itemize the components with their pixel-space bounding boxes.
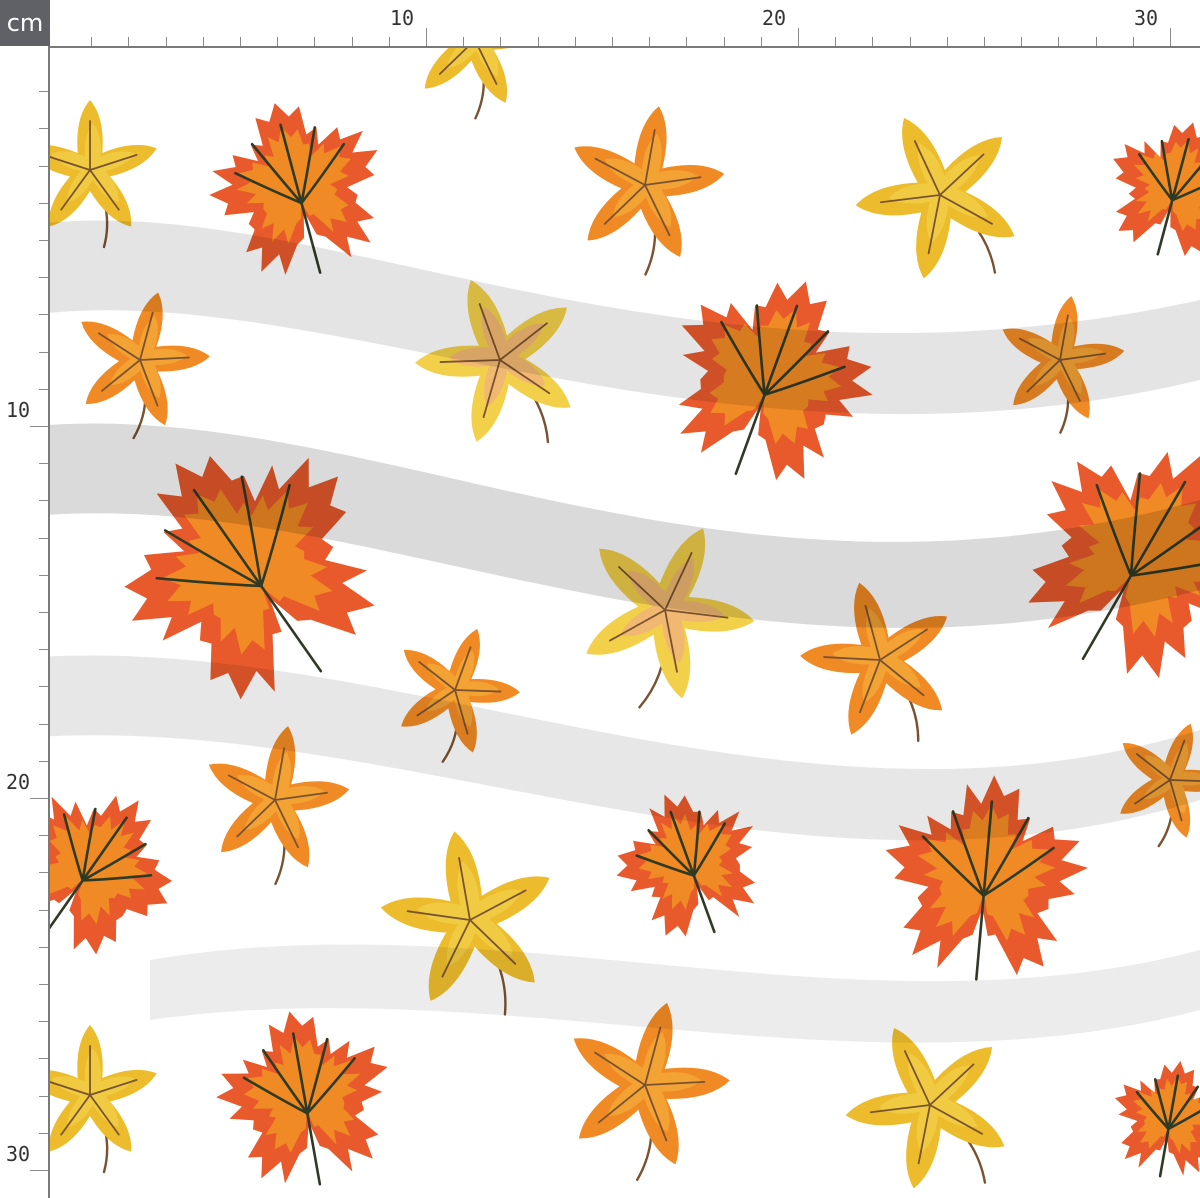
left-ruler-tick [39, 91, 48, 93]
left-ruler-tick [39, 946, 48, 948]
top-ruler-tick [984, 37, 985, 46]
left-ruler-tick [39, 1058, 48, 1060]
top-ruler-label-20: 20 [762, 6, 787, 30]
top-ruler-tick [91, 37, 93, 46]
left-ruler-tick [39, 500, 48, 502]
left-ruler-label-10: 10 [6, 398, 31, 422]
left-ruler-tick [39, 574, 48, 576]
autumn-leaf-fabric-pattern [0, 0, 1200, 1198]
top-ruler-tick [165, 37, 167, 46]
left-ruler-tick [39, 463, 48, 465]
top-ruler-major-tick [426, 28, 427, 46]
left-ruler-tick [39, 314, 48, 316]
top-ruler-tick [649, 37, 651, 46]
fabric-preview: 10 20 30 10 20 30 cm [0, 0, 1200, 1198]
left-ruler-tick [39, 351, 48, 353]
top-ruler-tick [351, 37, 353, 46]
left-ruler-tick [39, 1095, 48, 1097]
left-ruler-tick [39, 909, 48, 911]
top-ruler-tick [240, 37, 241, 46]
left-ruler-tick [39, 240, 48, 241]
top-ruler-tick [872, 37, 874, 46]
left-ruler-tick [39, 872, 48, 874]
unit-badge: cm [0, 0, 50, 46]
left-ruler-tick [39, 202, 48, 204]
top-ruler-tick [500, 37, 502, 46]
top-ruler-tick [277, 37, 279, 46]
left-ruler-tick [39, 537, 48, 539]
left-ruler-tick [39, 388, 48, 390]
left-ruler-major-tick [30, 798, 48, 799]
top-ruler-tick [760, 37, 762, 46]
top-ruler-major-tick [1170, 28, 1171, 46]
top-ruler-tick [202, 37, 204, 46]
top-ruler-tick [574, 37, 576, 46]
left-ruler-tick [39, 165, 48, 167]
left-ruler-tick [39, 277, 48, 279]
top-ruler-tick [612, 37, 613, 46]
top-ruler-tick [1058, 37, 1060, 46]
left-ruler-tick [39, 612, 48, 613]
left-ruler-tick [39, 686, 48, 688]
top-ruler-tick [388, 37, 390, 46]
left-ruler-tick [39, 760, 48, 762]
top-ruler-tick [835, 37, 837, 46]
left-ruler-label-20: 20 [6, 770, 31, 794]
top-ruler-tick [314, 37, 316, 46]
left-ruler-tick [39, 649, 48, 651]
left-ruler-label-30: 30 [6, 1142, 31, 1166]
left-ruler-tick [39, 1021, 48, 1023]
top-ruler-tick [723, 37, 725, 46]
top-ruler-tick [1021, 37, 1023, 46]
left-ruler-major-tick [30, 426, 48, 427]
top-ruler-tick [686, 37, 688, 46]
top-ruler-tick [1095, 37, 1097, 46]
top-ruler-tick [909, 37, 911, 46]
top-ruler-label-30: 30 [1134, 6, 1159, 30]
left-ruler-tick [39, 1132, 48, 1134]
top-ruler-label-10: 10 [390, 6, 415, 30]
top-ruler-tick [537, 37, 539, 46]
top-ruler-tick [946, 37, 948, 46]
left-ruler-tick [39, 723, 48, 725]
top-ruler-tick [1132, 37, 1134, 46]
top-ruler-tick [128, 37, 130, 46]
left-ruler-major-tick [30, 1170, 48, 1171]
top-ruler-major-tick [798, 28, 799, 46]
top-ruler-tick [463, 37, 465, 46]
left-ruler-tick [39, 835, 48, 837]
top-ruler: 10 20 30 [0, 0, 1200, 48]
left-ruler-tick [39, 128, 48, 130]
left-ruler-tick [39, 984, 48, 985]
left-ruler: 10 20 30 [0, 0, 50, 1198]
